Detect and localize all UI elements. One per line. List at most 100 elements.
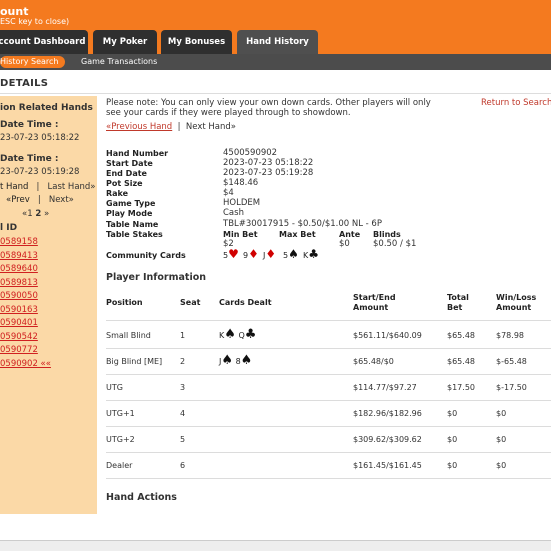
prev-next-nav: «Prev | Next» bbox=[6, 195, 74, 205]
details-header: DETAILS bbox=[0, 72, 551, 94]
player-total-bet: $0 bbox=[447, 435, 458, 444]
detail-label: Table Name bbox=[106, 220, 159, 229]
card-suit-icon: ♣ bbox=[244, 327, 257, 342]
subtab-history-search[interactable]: History Search bbox=[0, 56, 65, 68]
card-suit-icon: ♥ bbox=[228, 247, 239, 261]
previous-hand-link[interactable]: «Previous Hand bbox=[106, 122, 172, 132]
card-suit-icon: ♦ bbox=[248, 247, 259, 261]
detail-label: Start Date bbox=[106, 159, 153, 168]
sidebar-pager: «1 2 » bbox=[22, 209, 49, 219]
detail-label: End Date bbox=[106, 169, 147, 178]
related-hand-id-link[interactable]: 0589813 bbox=[0, 278, 38, 288]
min-bet-label: Min Bet bbox=[223, 230, 258, 239]
card-suit-icon: ♠ bbox=[240, 353, 253, 368]
related-hand-id-link[interactable]: 0590902 «« bbox=[0, 359, 51, 369]
player-total-bet: $0 bbox=[447, 461, 458, 470]
sidebar-prev-link[interactable]: «Prev bbox=[6, 195, 30, 205]
community-cards-label: Community Cards bbox=[106, 251, 186, 260]
row-divider bbox=[106, 320, 551, 321]
top-header: ount ESC key to close) ccount Dashboard … bbox=[0, 0, 551, 55]
id-heading: l ID bbox=[0, 223, 18, 233]
community-card: 9♦ bbox=[243, 247, 259, 261]
card-suit-icon: ♦ bbox=[265, 247, 277, 261]
related-hand-id-link[interactable]: 0589640 bbox=[0, 264, 38, 274]
ante-value: $0 bbox=[339, 239, 350, 249]
related-hand-id-link[interactable]: 0590163 bbox=[0, 305, 38, 315]
pager-suffix[interactable]: » bbox=[44, 209, 49, 219]
pager-prefix[interactable]: «1 bbox=[22, 209, 33, 219]
detail-value: 2023-07-23 05:18:22 bbox=[223, 158, 314, 168]
player-start-end: $114.77/$97.27 bbox=[353, 383, 417, 392]
first-hand-link[interactable]: t Hand bbox=[0, 182, 28, 192]
subtab-game-transactions[interactable]: Game Transactions bbox=[81, 56, 157, 68]
row-divider bbox=[106, 452, 551, 453]
close-hint: ESC key to close) bbox=[0, 17, 70, 26]
end-date-label: Date Time : bbox=[0, 154, 59, 164]
player-information-title: Player Information bbox=[106, 272, 207, 283]
player-position: UTG bbox=[106, 383, 123, 392]
related-hand-id-link[interactable]: 0589158 bbox=[0, 237, 38, 247]
player-cards: K♠ Q♣ bbox=[219, 328, 256, 341]
max-bet-label: Max Bet bbox=[279, 230, 316, 239]
player-win-loss: $-65.48 bbox=[496, 357, 527, 366]
page-title: DETAILS bbox=[0, 78, 49, 89]
player-start-end: $182.96/$182.96 bbox=[353, 409, 422, 418]
player-seat: 1 bbox=[180, 331, 186, 340]
player-start-end: $561.11/$640.09 bbox=[353, 331, 422, 340]
player-seat: 5 bbox=[180, 435, 186, 444]
player-seat: 6 bbox=[180, 461, 186, 470]
row-divider bbox=[106, 374, 551, 375]
player-start-end: $161.45/$161.45 bbox=[353, 461, 422, 470]
ante-label: Ante bbox=[339, 230, 361, 239]
col-cards-dealt: Cards Dealt bbox=[219, 298, 272, 307]
bottom-strip bbox=[0, 540, 551, 551]
tab-account-dashboard[interactable]: ccount Dashboard bbox=[0, 30, 88, 54]
detail-value: TBL#30017915 - $0.50/$1.00 NL - 6P bbox=[223, 219, 382, 229]
tab-my-poker[interactable]: My Poker bbox=[93, 30, 157, 54]
col-total-bet: Total Bet bbox=[447, 293, 469, 312]
player-seat: 3 bbox=[180, 383, 186, 392]
detail-label: Pot Size bbox=[106, 179, 143, 188]
community-card: 5♥ bbox=[223, 247, 239, 261]
community-card: K♣ bbox=[303, 247, 320, 261]
blinds-value: $0.50 / $1 bbox=[373, 239, 417, 249]
player-total-bet: $65.48 bbox=[447, 331, 475, 340]
first-last-nav: t Hand | Last Hand» bbox=[0, 182, 96, 192]
community-card: 5♠ bbox=[283, 247, 299, 261]
row-divider bbox=[106, 478, 551, 479]
detail-value: 2023-07-23 05:19:28 bbox=[223, 168, 314, 178]
related-hand-id-link[interactable]: 0590401 bbox=[0, 318, 38, 328]
next-hand-link[interactable]: Next Hand» bbox=[186, 122, 236, 132]
sidebar-heading: ion Related Hands bbox=[0, 103, 93, 113]
card-suit-icon: ♠ bbox=[221, 353, 234, 368]
card-suit-icon: ♣ bbox=[308, 247, 320, 261]
start-date-label: Date Time : bbox=[0, 120, 59, 130]
return-to-search-link[interactable]: Return to Search bbox=[481, 98, 551, 108]
card-suit-icon: ♠ bbox=[288, 247, 299, 261]
related-hand-id-link[interactable]: 0590050 bbox=[0, 291, 38, 301]
card-suit-icon: ♠ bbox=[224, 327, 236, 342]
detail-label: Hand Number bbox=[106, 149, 169, 158]
last-hand-link[interactable]: Last Hand» bbox=[48, 182, 96, 192]
tab-hand-history[interactable]: Hand History bbox=[237, 30, 318, 55]
player-seat: 2 bbox=[180, 357, 186, 366]
col-position: Position bbox=[106, 298, 143, 307]
cards-visibility-note: Please note: You can only view your own … bbox=[106, 98, 431, 118]
related-hand-id-link[interactable]: 0590542 bbox=[0, 332, 38, 342]
table-stakes-label: Table Stakes bbox=[106, 230, 163, 239]
player-start-end: $309.62/$309.62 bbox=[353, 435, 422, 444]
detail-label: Game Type bbox=[106, 199, 156, 208]
tab-my-bonuses[interactable]: My Bonuses bbox=[161, 30, 232, 54]
player-win-loss: $0 bbox=[496, 435, 507, 444]
row-divider bbox=[106, 426, 551, 427]
pager-current: 2 bbox=[35, 209, 42, 219]
related-hand-id-link[interactable]: 0589413 bbox=[0, 251, 38, 261]
detail-value: $4 bbox=[223, 188, 234, 198]
end-date-value: 23-07-23 05:19:28 bbox=[0, 167, 80, 177]
row-divider bbox=[106, 348, 551, 349]
player-win-loss: $-17.50 bbox=[496, 383, 527, 392]
player-win-loss: $0 bbox=[496, 461, 507, 470]
col-win-loss: Win/Loss Amount bbox=[496, 293, 537, 312]
sidebar-next-link[interactable]: Next» bbox=[49, 195, 74, 205]
related-hand-id-link[interactable]: 0590772 bbox=[0, 345, 38, 355]
